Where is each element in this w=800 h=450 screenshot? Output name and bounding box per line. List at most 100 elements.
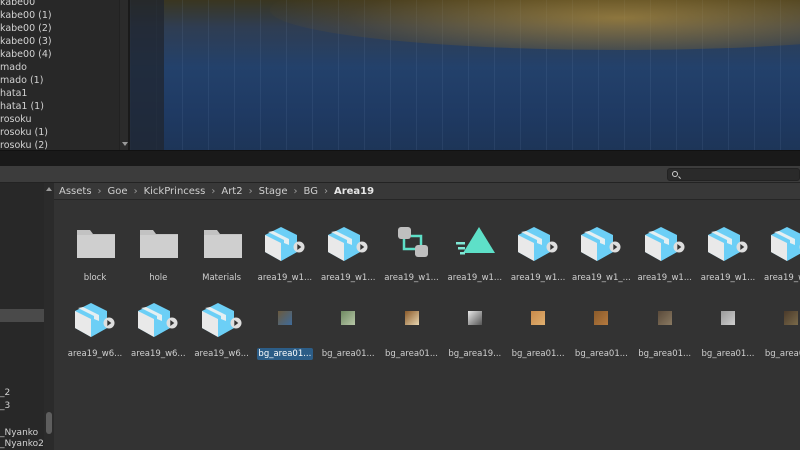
hierarchy-item[interactable]: hata1 (1) <box>0 100 44 113</box>
asset-label: area19_w1... <box>447 273 503 283</box>
breadcrumb-bg[interactable]: BG <box>304 186 318 197</box>
hierarchy-item[interactable]: rosoku <box>0 113 32 126</box>
asset-label: bg_area01... <box>385 349 438 359</box>
folder-tree-scrollbar[interactable] <box>44 183 54 450</box>
scrollbar-thumb[interactable] <box>46 412 52 434</box>
chevron-right-icon: › <box>133 185 138 197</box>
asset-label: area19_w1... <box>700 273 756 283</box>
asset-item[interactable]: bg_area01... <box>250 288 320 360</box>
folder-tree-item[interactable]: _3 <box>0 401 10 412</box>
texture-thumbnail <box>594 311 609 325</box>
prefab-icon <box>701 222 748 264</box>
chevron-right-icon: › <box>323 185 328 197</box>
hierarchy-scrollbar[interactable] <box>119 0 128 150</box>
asset-label: bg_area01... <box>511 349 565 359</box>
folder-tree-item[interactable]: _Nyanko2 <box>0 439 44 450</box>
breadcrumb-assets[interactable]: Assets <box>59 186 92 197</box>
asset-item[interactable]: bg_area01... <box>377 288 447 359</box>
breadcrumb-area19[interactable]: Area19 <box>334 186 374 197</box>
chevron-right-icon: › <box>248 185 253 197</box>
breadcrumb-stage[interactable]: Stage <box>259 186 288 197</box>
hierarchy-item[interactable]: mado <box>0 61 27 74</box>
asset-item[interactable]: area19_w1... <box>440 212 510 283</box>
texture-thumbnail <box>657 311 672 325</box>
asset-label: bg_area01... <box>764 349 800 359</box>
hierarchy-item[interactable]: kabe00 (1) <box>0 9 52 22</box>
asset-item[interactable]: area19_w1... <box>630 212 700 283</box>
hierarchy-item[interactable]: rosoku (2) <box>0 139 48 150</box>
asset-label: block <box>83 273 107 283</box>
asset-label: area19_w6... <box>194 349 249 359</box>
asset-item[interactable]: area19_w1... <box>250 212 320 283</box>
hierarchy-item[interactable]: kabe00 <box>0 0 35 9</box>
asset-item[interactable]: area19_w6... <box>60 288 130 359</box>
asset-item[interactable]: bg_area01... <box>756 288 800 359</box>
hierarchy-item[interactable]: rosoku (1) <box>0 126 48 139</box>
folder-icon <box>75 222 117 264</box>
texture-thumbnail <box>784 311 799 325</box>
asset-label: area19_w1... <box>764 273 800 283</box>
folder-item[interactable]: block <box>60 212 130 283</box>
asset-label: area19_w1... <box>384 273 439 283</box>
hierarchy-item[interactable]: kabe00 (2) <box>0 22 52 35</box>
asset-label: Materials <box>202 273 242 283</box>
asset-label: area19_w1... <box>510 273 566 283</box>
search-icon <box>672 171 678 177</box>
hierarchy-item[interactable]: hata1 <box>0 87 27 100</box>
prefab-icon <box>131 298 178 340</box>
asset-item[interactable]: bg_area19... <box>440 288 510 359</box>
hierarchy-item[interactable]: kabe00 (3) <box>0 35 52 48</box>
asset-item[interactable]: area19_w1... <box>756 212 800 283</box>
asset-item[interactable]: bg_area01... <box>630 288 700 359</box>
asset-item[interactable]: area19_w1... <box>503 212 573 283</box>
asset-label: bg_area01... <box>321 349 375 359</box>
prefab-icon <box>195 298 242 340</box>
folder-tree-selected-row[interactable] <box>0 309 44 322</box>
link-icon <box>392 222 434 264</box>
scroll-up-icon[interactable] <box>46 187 52 191</box>
asset-item[interactable]: bg_area01... <box>503 288 573 359</box>
asset-item[interactable]: area19_w1_... <box>566 212 636 283</box>
folder-tree-item[interactable]: _Nyanko <box>0 428 38 439</box>
panel-divider[interactable] <box>0 150 800 166</box>
project-toolbar <box>0 166 800 183</box>
folder-tree-item[interactable]: _2 <box>0 388 10 399</box>
asset-item[interactable]: area19_w1... <box>313 212 383 283</box>
asset-item[interactable]: bg_area01... <box>313 288 383 359</box>
folder-tree: _2 _3 _Nyanko _Nyanko2 <box>0 183 54 450</box>
asset-item[interactable]: bg_area01... <box>693 288 763 359</box>
breadcrumb: Assets › Goe › KickPrincess › Art2 › Sta… <box>54 183 800 200</box>
prefab-icon <box>258 222 305 264</box>
asset-item[interactable]: bg_area01... <box>566 288 636 359</box>
breadcrumb-art2[interactable]: Art2 <box>221 186 242 197</box>
texture-thumbnail <box>531 311 546 325</box>
asset-grid: block hole Materials area19_w1... area19_w1.… <box>54 200 800 450</box>
hierarchy-item[interactable]: mado (1) <box>0 74 43 87</box>
asset-item[interactable]: area19_w1... <box>377 212 447 283</box>
texture-thumbnail <box>404 311 419 325</box>
hierarchy-panel: kabe00 kabe00 (1) kabe00 (2) kabe00 (3) … <box>0 0 128 150</box>
breadcrumb-goe[interactable]: Goe <box>108 186 128 197</box>
texture-thumbnail <box>721 311 735 325</box>
asset-label: area19_w1... <box>257 273 313 283</box>
folder-item[interactable]: Materials <box>187 212 257 283</box>
search-input[interactable] <box>667 168 800 181</box>
asset-label: bg_area01... <box>638 349 692 359</box>
asset-item[interactable]: area19_w1... <box>693 212 763 283</box>
scene-view[interactable] <box>130 0 800 150</box>
asset-item[interactable]: area19_w6... <box>123 288 193 359</box>
folder-item[interactable]: hole <box>123 212 193 283</box>
folder-icon <box>138 222 180 264</box>
prefab-icon <box>638 222 685 264</box>
asset-label: area19_w6... <box>131 349 186 359</box>
hierarchy-item[interactable]: kabe00 (4) <box>0 48 52 61</box>
prefab-icon <box>321 222 368 264</box>
prefab-icon <box>574 222 621 264</box>
asset-label: bg_area19... <box>448 349 502 359</box>
asset-label: area19_w6... <box>67 349 123 359</box>
chevron-right-icon: › <box>211 185 216 197</box>
asset-item[interactable]: area19_w6... <box>187 288 257 359</box>
breadcrumb-kickprincess[interactable]: KickPrincess <box>144 186 206 197</box>
texture-thumbnail <box>467 311 482 325</box>
texture-thumbnail <box>341 311 356 325</box>
